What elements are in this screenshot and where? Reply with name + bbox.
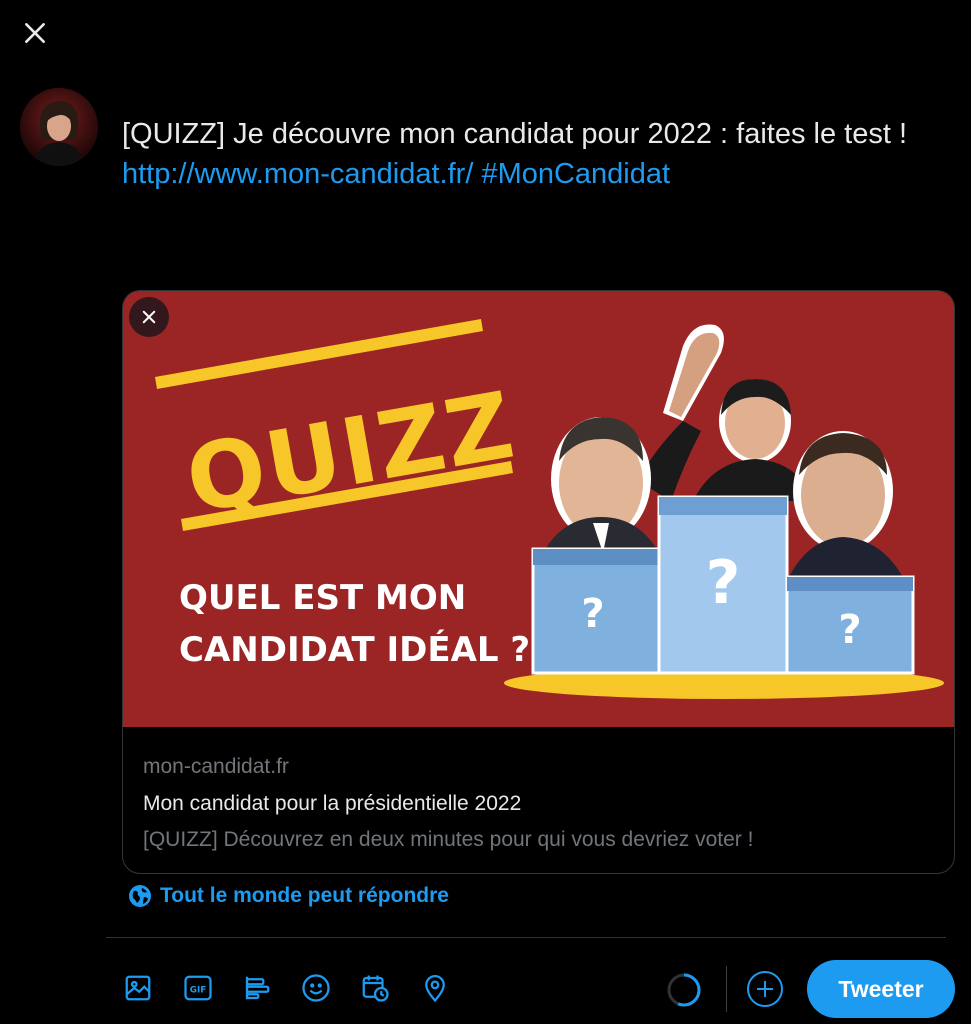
schedule-button[interactable] <box>357 970 393 1006</box>
card-title: Mon candidat pour la présidentielle 2022 <box>143 792 522 815</box>
image-subtitle-line1: QUEL EST MON <box>179 578 466 618</box>
poll-button[interactable] <box>239 970 275 1006</box>
image-subtitle-line2: CANDIDAT IDÉAL ? <box>179 629 530 670</box>
poll-icon <box>245 976 270 1000</box>
toolbar-separator <box>726 966 727 1012</box>
card-info: mon-candidat.fr Mon candidat pour la pré… <box>143 753 933 855</box>
media-button[interactable] <box>120 970 156 1006</box>
tweet-link[interactable]: http://www.mon-candidat.fr/ <box>122 158 473 190</box>
gif-label: GIF <box>190 985 206 995</box>
gif-icon: GIF <box>184 975 212 1001</box>
plus-circle-icon <box>747 971 783 1007</box>
quizz-illustration: QUIZZ QUEL EST MON CANDIDAT IDÉAL ? ? ? … <box>123 291 954 727</box>
gif-button[interactable]: GIF <box>180 970 216 1006</box>
close-compose-button[interactable] <box>14 12 56 54</box>
podium-mark-left: ? <box>581 591 604 637</box>
tweet-button[interactable]: Tweeter <box>807 960 955 1018</box>
toolbar-divider <box>106 937 946 938</box>
add-tweet-button[interactable] <box>746 970 784 1008</box>
close-icon <box>25 23 45 43</box>
remove-card-button[interactable] <box>129 297 169 337</box>
location-icon <box>425 975 445 1003</box>
tweet-text-area[interactable]: [QUIZZ] Je découvre mon candidat pour 20… <box>122 114 952 194</box>
card-description: [QUIZZ] Découvrez en deux minutes pour q… <box>143 828 754 851</box>
image-icon <box>125 975 151 1001</box>
character-count-ring <box>666 972 702 1008</box>
tweet-hashtag[interactable]: #MonCandidat <box>481 158 670 190</box>
tweet-text: [QUIZZ] Je découvre mon candidat pour 20… <box>122 118 908 150</box>
link-preview-card[interactable]: QUIZZ QUEL EST MON CANDIDAT IDÉAL ? ? ? … <box>122 290 955 874</box>
globe-icon <box>129 885 151 907</box>
emoji-icon <box>302 974 330 1002</box>
reply-setting-button[interactable]: Tout le monde peut répondre <box>128 884 449 908</box>
schedule-icon <box>362 975 389 1002</box>
card-domain: mon-candidat.fr <box>143 755 289 778</box>
avatar <box>20 88 98 166</box>
close-icon <box>142 310 156 324</box>
podium-mark-center: ? <box>706 548 741 618</box>
emoji-button[interactable] <box>298 970 334 1006</box>
podium-mark-right: ? <box>838 607 861 653</box>
reply-setting-label: Tout le monde peut répondre <box>160 884 449 907</box>
location-button[interactable] <box>417 970 453 1006</box>
card-image: QUIZZ QUEL EST MON CANDIDAT IDÉAL ? ? ? … <box>123 291 954 727</box>
